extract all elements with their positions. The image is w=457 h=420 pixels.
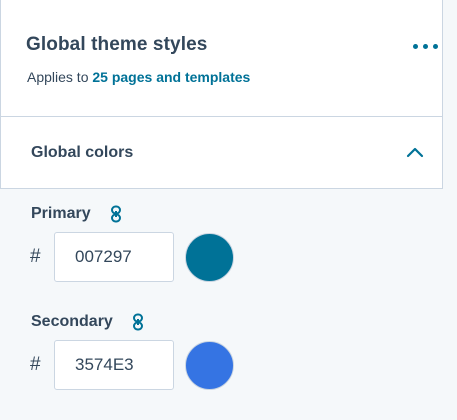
link-icon[interactable] [131,313,145,331]
primary-color-label: Primary [31,205,91,222]
chevron-up-icon[interactable] [405,145,425,159]
secondary-color-swatch[interactable] [185,341,234,390]
panel-header: Global theme styles Applies to 25 pages … [0,0,443,117]
more-options-dot-icon [412,43,418,49]
applies-to-prefix: Applies to [27,69,93,85]
global-colors-section-toggle[interactable]: Global colors [0,117,443,189]
more-options-button[interactable] [408,36,442,56]
primary-color-hex-input[interactable] [54,232,174,282]
more-options-dot-icon [422,43,428,49]
link-icon[interactable] [109,205,123,223]
more-options-dot-icon [432,43,438,49]
secondary-color-hex-input[interactable] [54,340,174,390]
hash-symbol: # [30,246,41,267]
secondary-color-label: Secondary [31,313,113,330]
applies-to-text: Applies to 25 pages and templates [27,69,250,85]
theme-styles-panel: Global theme styles Applies to 25 pages … [0,0,443,420]
hash-symbol: # [30,354,41,375]
pages-and-templates-link[interactable]: 25 pages and templates [92,69,250,85]
page-title: Global theme styles [26,34,208,55]
section-title: Global colors [31,144,134,161]
primary-color-swatch[interactable] [185,233,234,282]
